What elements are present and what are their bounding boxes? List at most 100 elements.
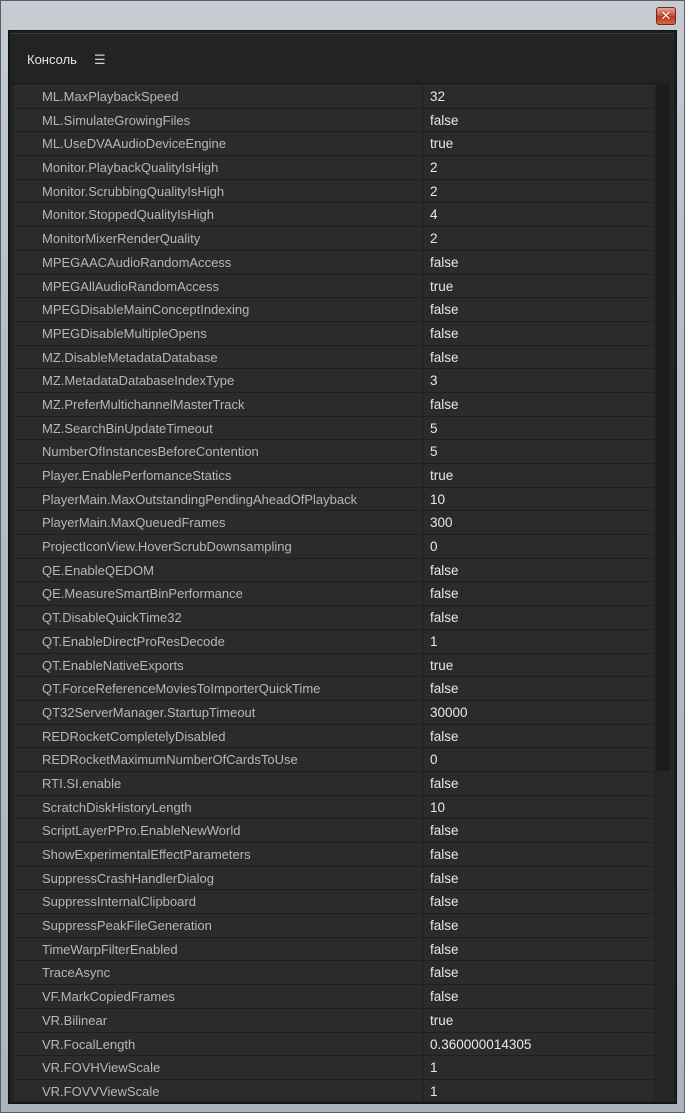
- setting-key: ShowExperimentalEffectParameters: [42, 847, 251, 862]
- table-row[interactable]: VR.Bilinear true: [14, 1008, 654, 1033]
- setting-value[interactable]: 2: [424, 156, 654, 179]
- table-row[interactable]: MZ.MetadataDatabaseIndexType 3: [14, 369, 654, 393]
- setting-value[interactable]: false: [424, 890, 654, 914]
- setting-value[interactable]: false: [424, 606, 654, 629]
- setting-value[interactable]: 2: [424, 227, 654, 250]
- setting-key: MPEGAACAudioRandomAccess: [42, 254, 232, 270]
- table-row[interactable]: VR.FOVVViewScale 1: [14, 1079, 654, 1101]
- setting-value[interactable]: true: [424, 274, 654, 298]
- table-row[interactable]: Monitor.PlaybackQualityIsHigh 2: [14, 156, 654, 180]
- setting-value[interactable]: false: [424, 582, 654, 606]
- table-row[interactable]: MonitorMixerRenderQuality 2: [14, 227, 654, 251]
- table-row[interactable]: PlayerMain.MaxQueuedFrames 300: [14, 511, 654, 536]
- panel-menu-icon[interactable]: ☰: [94, 53, 106, 66]
- setting-value[interactable]: false: [424, 771, 654, 795]
- setting-value[interactable]: false: [424, 819, 654, 842]
- setting-value[interactable]: false: [424, 914, 654, 937]
- table-row[interactable]: ScriptLayerPPro.EnableNewWorld false: [14, 819, 654, 843]
- table-row[interactable]: REDRocketCompletelyDisabled false: [14, 724, 654, 749]
- vertical-scrollbar[interactable]: [654, 85, 674, 1101]
- setting-value[interactable]: 32: [424, 85, 654, 108]
- table-row[interactable]: SuppressCrashHandlerDialog false: [14, 866, 654, 891]
- title-bar[interactable]: ✕: [1, 1, 684, 31]
- setting-key: Monitor.ScrubbingQualityIsHigh: [42, 183, 225, 199]
- table-row[interactable]: REDRocketMaximumNumberOfCardsToUse 0: [14, 748, 654, 772]
- setting-key: NumberOfInstancesBeforeContention: [42, 444, 259, 460]
- setting-value[interactable]: 4: [424, 203, 654, 227]
- table-row[interactable]: ML.UseDVAAudioDeviceEngine true: [14, 132, 654, 157]
- table-row[interactable]: MZ.SearchBinUpdateTimeout 5: [14, 416, 654, 441]
- table-row[interactable]: QE.EnableQEDOM false: [14, 558, 654, 583]
- setting-value[interactable]: false: [424, 724, 654, 748]
- setting-key: ML.UseDVAAudioDeviceEngine: [42, 136, 227, 152]
- setting-value[interactable]: true: [424, 1008, 654, 1032]
- table-row[interactable]: SuppressPeakFileGeneration false: [14, 914, 654, 938]
- setting-value[interactable]: false: [424, 843, 654, 866]
- setting-value[interactable]: 1: [424, 629, 654, 653]
- setting-value[interactable]: false: [424, 321, 654, 345]
- setting-value[interactable]: false: [424, 866, 654, 890]
- table-row[interactable]: QT.ForceReferenceMoviesToImporterQuickTi…: [14, 677, 654, 701]
- table-row[interactable]: RTI.SI.enable false: [14, 771, 654, 796]
- table-row[interactable]: ScratchDiskHistoryLength 10: [14, 795, 654, 820]
- table-row[interactable]: QT.EnableDirectProResDecode 1: [14, 629, 654, 654]
- table-row[interactable]: MPEGAllAudioRandomAccess true: [14, 274, 654, 299]
- table-row[interactable]: TraceAsync false: [14, 961, 654, 986]
- setting-value[interactable]: 30000: [424, 700, 654, 724]
- setting-key: MZ.PreferMultichannelMasterTrack: [42, 396, 245, 412]
- table-row[interactable]: MZ.PreferMultichannelMasterTrack false: [14, 392, 654, 417]
- table-row[interactable]: VR.FocalLength 0.360000014305: [14, 1032, 654, 1057]
- table-row[interactable]: ML.SimulateGrowingFiles false: [14, 108, 654, 133]
- setting-value[interactable]: 5: [424, 416, 654, 440]
- setting-value[interactable]: 1: [424, 1056, 654, 1079]
- table-row[interactable]: QT32ServerManager.StartupTimeout 30000: [14, 700, 654, 725]
- setting-value[interactable]: true: [424, 132, 654, 156]
- table-row[interactable]: NumberOfInstancesBeforeContention 5: [14, 440, 654, 464]
- setting-value[interactable]: 10: [424, 487, 654, 511]
- table-row[interactable]: TimeWarpFilterEnabled false: [14, 937, 654, 962]
- setting-key: ML.MaxPlaybackSpeed: [42, 89, 179, 104]
- setting-value[interactable]: true: [424, 653, 654, 677]
- setting-value[interactable]: 0: [424, 535, 654, 558]
- close-button[interactable]: ✕: [656, 7, 676, 25]
- setting-value[interactable]: true: [424, 464, 654, 487]
- setting-value[interactable]: false: [424, 558, 654, 582]
- scrollbar-thumb[interactable]: [656, 85, 670, 771]
- table-row[interactable]: Monitor.StoppedQualityIsHigh 4: [14, 203, 654, 228]
- setting-value[interactable]: false: [424, 392, 654, 416]
- table-row[interactable]: MPEGDisableMultipleOpens false: [14, 321, 654, 346]
- table-row[interactable]: SuppressInternalClipboard false: [14, 890, 654, 915]
- setting-key: VR.FOVHViewScale: [42, 1060, 161, 1076]
- table-row[interactable]: QT.DisableQuickTime32 false: [14, 606, 654, 630]
- setting-value[interactable]: 1: [424, 1079, 654, 1101]
- table-row[interactable]: ML.MaxPlaybackSpeed 32: [14, 85, 654, 109]
- setting-value[interactable]: false: [424, 250, 654, 274]
- setting-key: REDRocketMaximumNumberOfCardsToUse: [42, 752, 298, 768]
- table-row[interactable]: QT.EnableNativeExports true: [14, 653, 654, 678]
- setting-value[interactable]: false: [424, 345, 654, 369]
- setting-value[interactable]: 300: [424, 511, 654, 535]
- setting-value[interactable]: false: [424, 961, 654, 985]
- setting-value[interactable]: false: [424, 677, 654, 700]
- setting-value[interactable]: 0.360000014305: [424, 1032, 654, 1056]
- setting-value[interactable]: false: [424, 937, 654, 961]
- setting-value[interactable]: 5: [424, 440, 654, 463]
- setting-value[interactable]: 10: [424, 795, 654, 819]
- table-row[interactable]: MPEGAACAudioRandomAccess false: [14, 250, 654, 275]
- setting-value[interactable]: false: [424, 298, 654, 321]
- table-row[interactable]: ProjectIconView.HoverScrubDownsampling 0: [14, 535, 654, 559]
- setting-value[interactable]: false: [424, 985, 654, 1008]
- setting-value[interactable]: 3: [424, 369, 654, 392]
- table-row[interactable]: MPEGDisableMainConceptIndexing false: [14, 298, 654, 322]
- setting-value[interactable]: false: [424, 108, 654, 132]
- table-row[interactable]: MZ.DisableMetadataDatabase false: [14, 345, 654, 370]
- table-row[interactable]: QE.MeasureSmartBinPerformance false: [14, 582, 654, 607]
- table-row[interactable]: Monitor.ScrubbingQualityIsHigh 2: [14, 179, 654, 204]
- table-row[interactable]: Player.EnablePerfomanceStatics true: [14, 464, 654, 488]
- setting-value[interactable]: 0: [424, 748, 654, 771]
- setting-value[interactable]: 2: [424, 179, 654, 203]
- table-row[interactable]: PlayerMain.MaxOutstandingPendingAheadOfP…: [14, 487, 654, 512]
- table-row[interactable]: ShowExperimentalEffectParameters false: [14, 843, 654, 867]
- table-row[interactable]: VR.FOVHViewScale 1: [14, 1056, 654, 1080]
- table-row[interactable]: VF.MarkCopiedFrames false: [14, 985, 654, 1009]
